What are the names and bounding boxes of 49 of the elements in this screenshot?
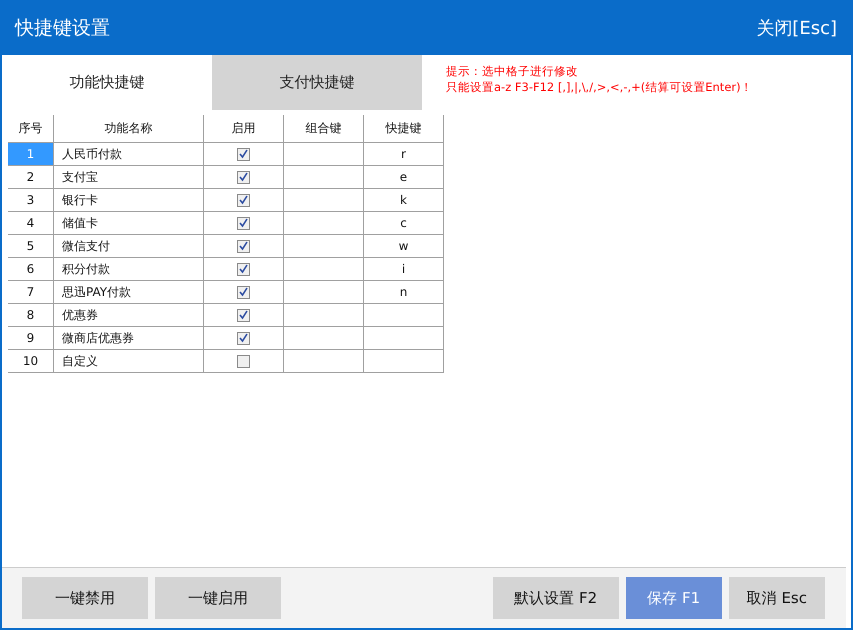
footer-button[interactable]: 一键禁用 [22, 577, 148, 619]
window-title: 快捷键设置 [15, 16, 110, 40]
footer-button[interactable]: 默认设置 F2 [492, 577, 619, 619]
table-cell: k [364, 188, 444, 212]
hint-text: 只能设置a-z F3-F12 [,],|,\,/,>,<,-,+(结算可设置Enter)！ [446, 79, 753, 95]
index-cell[interactable]: 2 [8, 166, 54, 188]
table-cell: i [364, 258, 444, 280]
checkbox[interactable] [237, 332, 250, 346]
checkbox[interactable] [237, 240, 250, 254]
table-cell: e [364, 166, 444, 188]
tab[interactable]: 支付快捷键 [212, 55, 422, 110]
index-cell[interactable]: 4 [8, 212, 54, 234]
table-cell: 微信支付 [54, 234, 204, 258]
table-cell: c [364, 212, 444, 234]
table-cell: r [364, 142, 444, 166]
table-cell: 优惠券 [54, 304, 204, 326]
index-cell[interactable]: 3 [8, 188, 54, 212]
table-cell: 自定义 [54, 350, 204, 372]
checkbox[interactable] [237, 355, 250, 368]
checkbox[interactable] [237, 171, 250, 184]
checkbox[interactable] [237, 286, 250, 300]
column-header: 启用 [204, 115, 284, 142]
table-cell: w [364, 234, 444, 258]
checkbox[interactable] [237, 194, 250, 208]
column-header: 快捷键 [364, 115, 444, 142]
checkbox[interactable] [237, 148, 250, 162]
footer-button[interactable]: 一键启用 [155, 577, 281, 619]
close-button[interactable]: 关闭[Esc] [756, 16, 837, 40]
table-cell: 支付宝 [54, 166, 204, 188]
column-header: 功能名称 [54, 115, 204, 142]
table-cell: 微商店优惠券 [54, 326, 204, 350]
checkbox[interactable] [237, 263, 250, 276]
checkbox[interactable] [237, 309, 250, 322]
checkbox[interactable] [237, 217, 250, 230]
hint-text: 提示：选中格子进行修改 [446, 63, 579, 79]
table-cell: 积分付款 [54, 258, 204, 280]
footer-button[interactable]: 取消 Esc [728, 577, 825, 619]
index-cell[interactable]: 10 [8, 350, 54, 372]
table-cell: 储值卡 [54, 212, 204, 234]
index-cell[interactable]: 6 [8, 258, 54, 280]
index-cell[interactable]: 8 [8, 304, 54, 326]
table-cell: 银行卡 [54, 188, 204, 212]
index-cell[interactable]: 7 [8, 280, 54, 304]
table-cell: 思迅PAY付款 [54, 280, 204, 304]
table-cell: 人民币付款 [54, 142, 204, 166]
column-header: 组合键 [284, 115, 364, 142]
table-cell: n [364, 280, 444, 304]
index-cell[interactable]: 5 [8, 234, 54, 258]
index-cell[interactable]: 9 [8, 326, 54, 350]
